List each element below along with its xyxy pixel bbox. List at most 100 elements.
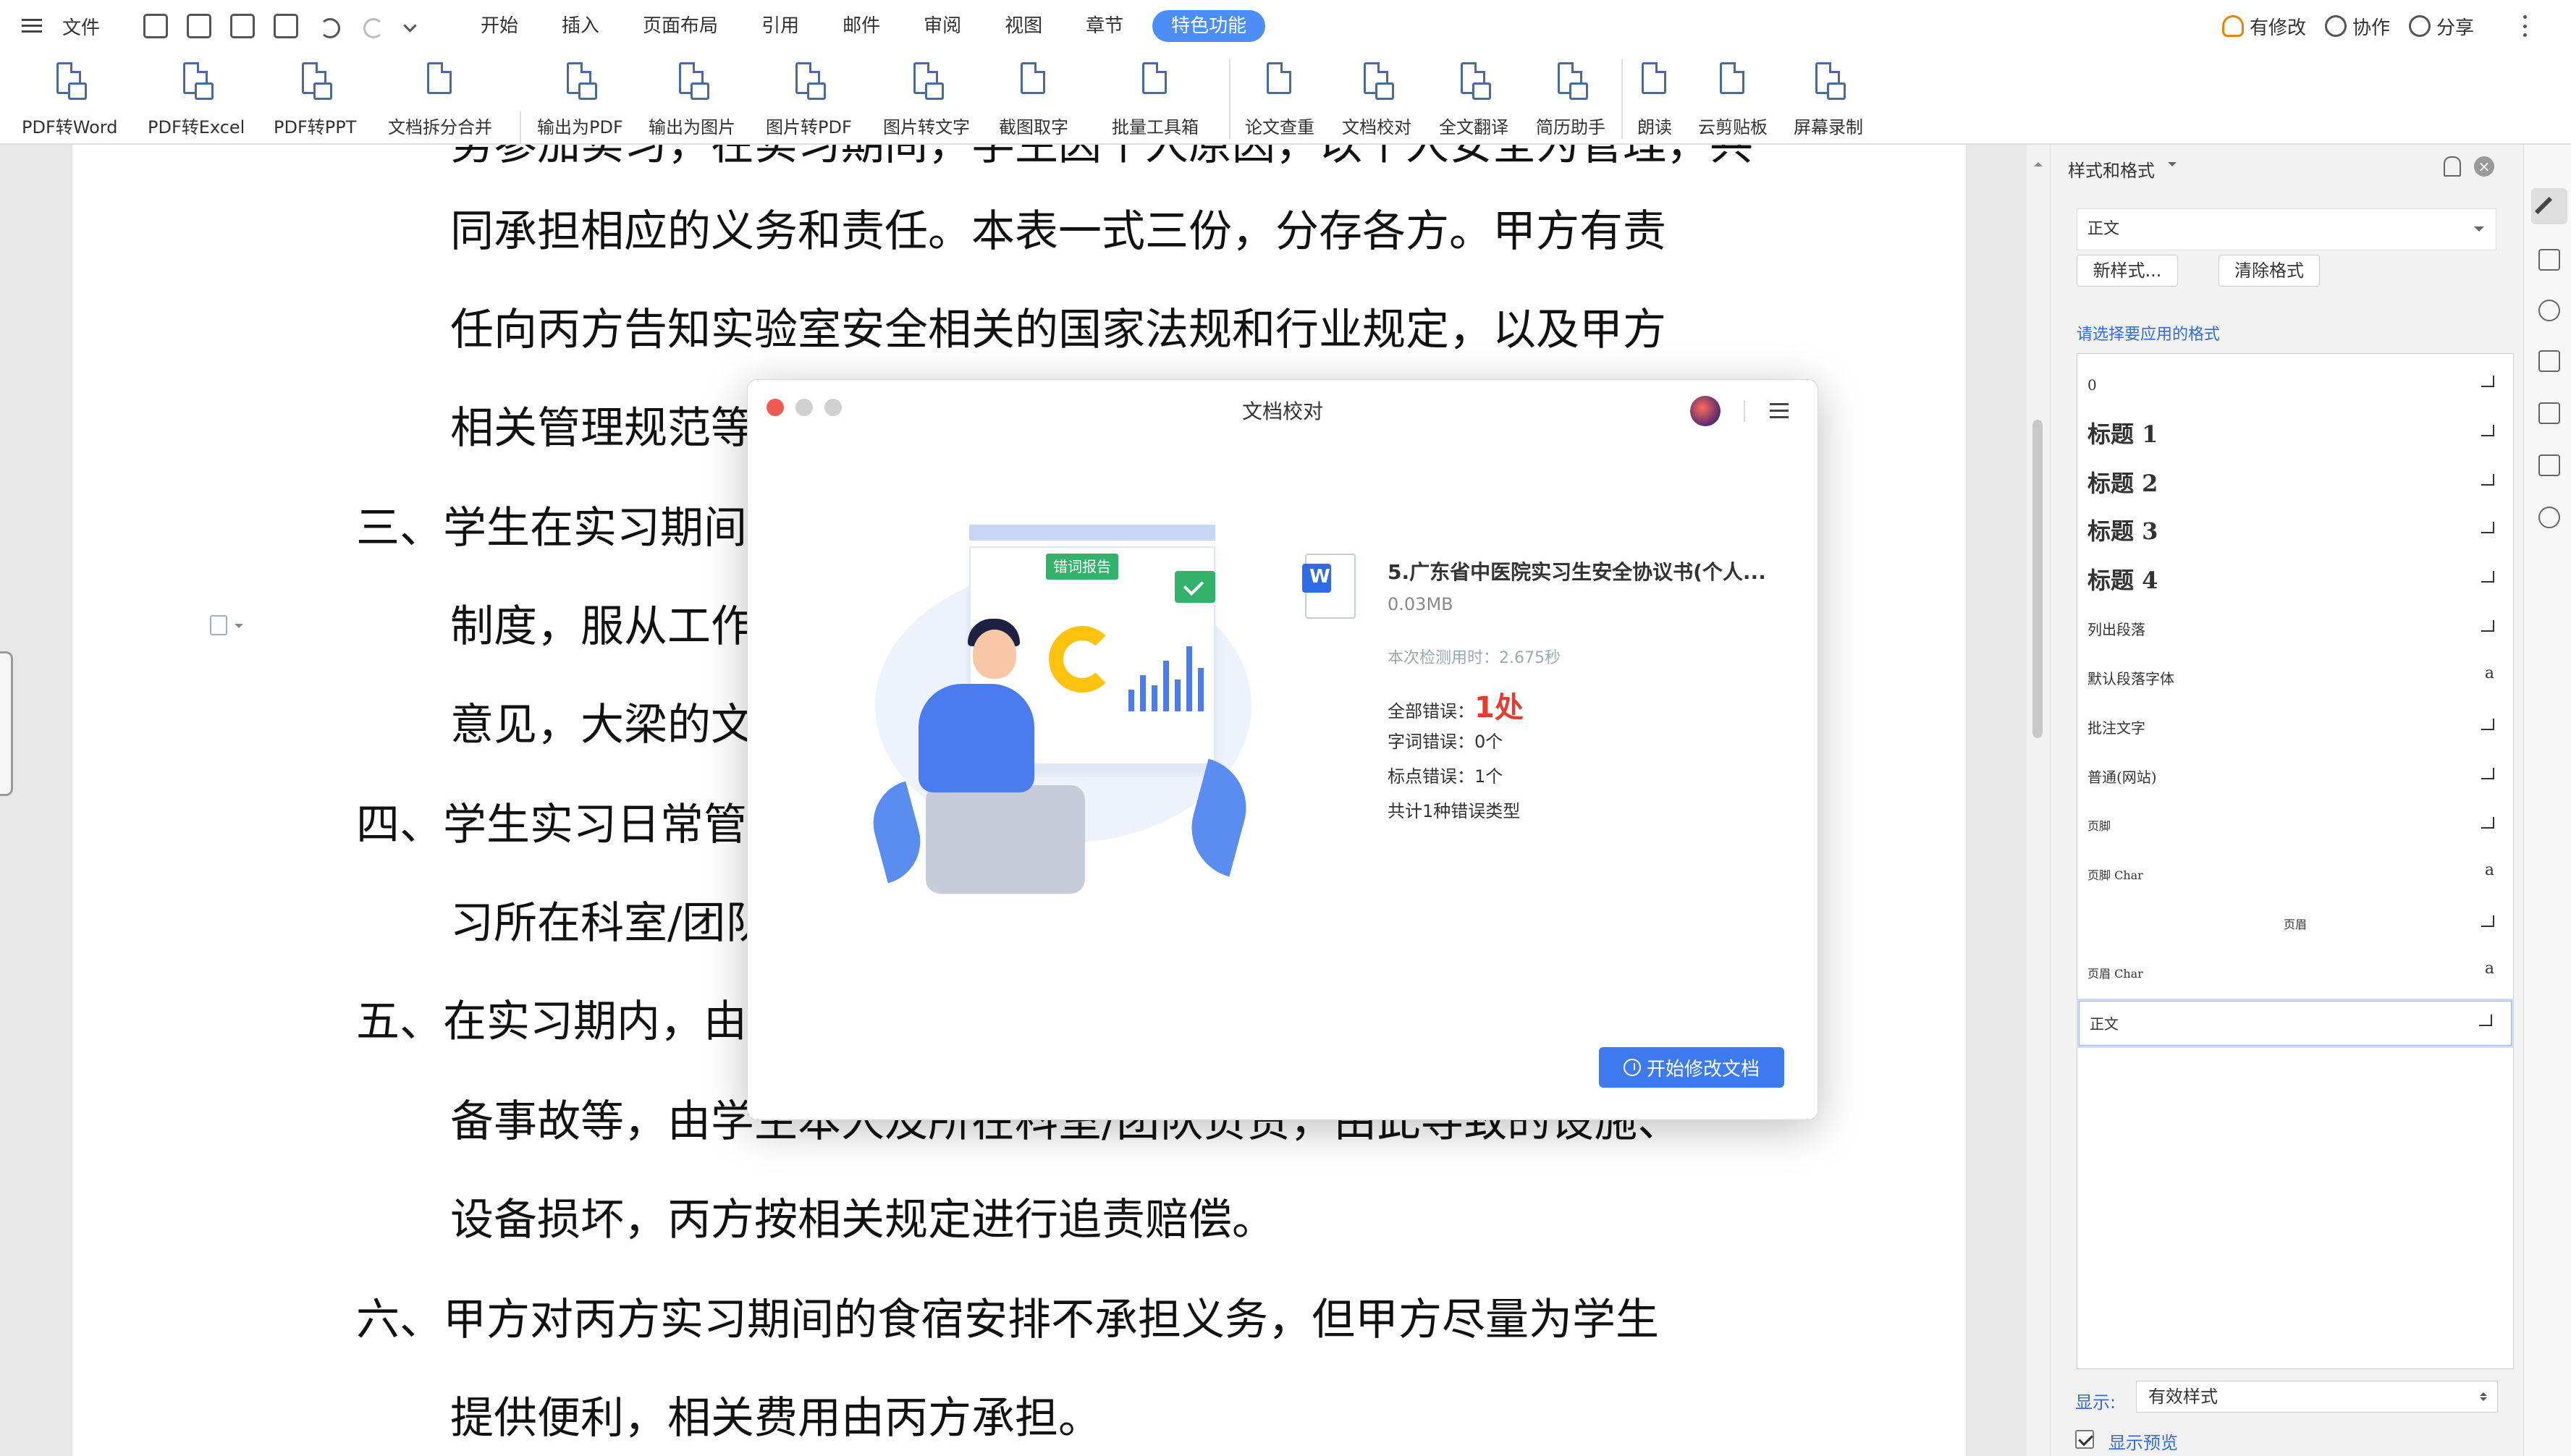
export-icon[interactable]: [187, 14, 212, 38]
puzzle-icon[interactable]: [2538, 350, 2560, 372]
dialog-menu-icon[interactable]: [1770, 403, 1789, 419]
tab-special-features[interactable]: 特色功能: [1152, 10, 1266, 42]
select-cursor-icon[interactable]: [2538, 249, 2560, 271]
new-style-button[interactable]: 新样式...: [2077, 255, 2178, 287]
split-merge-button[interactable]: 文档拆分合并: [388, 58, 492, 142]
tab-references[interactable]: 引用: [740, 10, 821, 42]
pdf-to-excel-button[interactable]: PDF转Excel: [148, 58, 245, 142]
doc-line[interactable]: 五、在实习期内，由: [356, 993, 747, 1051]
gallery-icon[interactable]: [2538, 454, 2560, 476]
style-item[interactable]: 普通(网站): [2077, 755, 2513, 800]
toolbox-icon: [1136, 61, 1174, 103]
style-item[interactable]: 列出段落: [2077, 607, 2513, 652]
full-translate-button[interactable]: 全文翻译: [1439, 58, 1508, 142]
doc-line[interactable]: 任向丙方告知实验室安全相关的国家法规和行业规定，以及甲方: [450, 301, 1666, 359]
resume-assistant-button[interactable]: 简历助手: [1536, 58, 1605, 142]
export-image-button[interactable]: 输出为图片: [649, 58, 735, 142]
doc-line[interactable]: 意见，大梁的文: [450, 696, 754, 754]
tab-chapter[interactable]: 章节: [1064, 10, 1145, 42]
doc-line[interactable]: 四、学生实习日常管: [356, 796, 747, 854]
pin-icon[interactable]: [2444, 156, 2461, 177]
revise-status-button[interactable]: 有修改: [2221, 13, 2306, 40]
revise-status-label: 有修改: [2249, 17, 2306, 39]
image-icon[interactable]: [2538, 402, 2560, 424]
screen-record-button[interactable]: 屏幕录制: [1794, 58, 1863, 142]
style-format-icon[interactable]: [2531, 188, 2567, 224]
image-to-text-button[interactable]: 图片转文字: [883, 58, 970, 142]
clear-format-button[interactable]: 清除格式: [2219, 255, 2320, 287]
node-icon[interactable]: [2538, 300, 2560, 321]
screen-record-icon: [1810, 61, 1847, 103]
style-item[interactable]: 默认段落字体 a: [2077, 656, 2513, 701]
doc-line[interactable]: 六、甲方对丙方实习期间的食宿安排不承担义务，但甲方尽量为学生: [356, 1291, 1659, 1349]
proofread-illustration: 错词报告: [864, 525, 1280, 894]
user-icon: [2324, 15, 2347, 37]
tab-mailings[interactable]: 邮件: [821, 10, 902, 42]
print-icon[interactable]: [230, 14, 256, 38]
styles-panel-title[interactable]: 样式和格式: [2068, 156, 2177, 182]
style-item[interactable]: 页眉 Char a: [2077, 952, 2513, 996]
paragraph-return-icon: [2481, 719, 2494, 730]
collab-button[interactable]: 协作: [2324, 13, 2390, 40]
tab-home[interactable]: 开始: [459, 10, 540, 42]
print-preview-icon[interactable]: [274, 14, 299, 38]
doc-line[interactable]: 三、学生在实习期间: [356, 499, 747, 557]
style-item[interactable]: 标题 4: [2077, 558, 2513, 603]
style-item-selected[interactable]: 正文: [2077, 999, 2514, 1048]
scrollbar-thumb[interactable]: [2032, 420, 2043, 738]
more-options-icon[interactable]: [2522, 15, 2528, 37]
tab-view[interactable]: 视图: [983, 10, 1064, 42]
doc-line[interactable]: 相关管理规范等: [450, 399, 754, 457]
scroll-up-icon[interactable]: [2034, 158, 2043, 166]
undo-icon[interactable]: [317, 14, 342, 38]
show-filter-select[interactable]: 有效样式: [2136, 1381, 2498, 1413]
image-to-pdf-button[interactable]: 图片转PDF: [766, 58, 852, 142]
cloud-clipboard-button[interactable]: 云剪贴板: [1698, 58, 1768, 142]
save-icon[interactable]: [143, 14, 169, 38]
pdf-to-ppt-button[interactable]: PDF转PPT: [274, 58, 356, 142]
batch-toolbox-button[interactable]: 批量工具箱: [1112, 58, 1199, 142]
pdf-word-icon: [51, 61, 88, 103]
doc-line[interactable]: 制度，服从工作: [450, 598, 754, 656]
screenshot-ocr-button[interactable]: 截图取字: [999, 58, 1068, 142]
chevron-down-icon[interactable]: [404, 14, 418, 38]
preview-checkbox[interactable]: [2075, 1430, 2094, 1449]
tab-insert[interactable]: 插入: [540, 10, 621, 42]
proofread-button[interactable]: 文档校对: [1342, 58, 1411, 142]
doc-line[interactable]: 设备损坏，丙方按相关规定进行追责赔偿。: [450, 1191, 1275, 1249]
close-icon[interactable]: ×: [2474, 156, 2494, 177]
style-item[interactable]: 页脚 Char a: [2077, 853, 2513, 898]
style-item[interactable]: 标题 1: [2077, 412, 2513, 457]
export-pdf-button[interactable]: 输出为PDF: [537, 58, 623, 142]
doc-line[interactable]: 同承担相应的义务和责任。本表一式三份，分存各方。甲方有责: [450, 203, 1666, 261]
style-item[interactable]: 标题 2: [2077, 461, 2513, 506]
doc-line[interactable]: 习所在科室/团队: [450, 894, 769, 952]
plagiarism-check-button[interactable]: 论文查重: [1245, 58, 1314, 142]
clipboard-icon: [1714, 61, 1752, 103]
tab-review[interactable]: 审阅: [902, 10, 983, 42]
tab-page-layout[interactable]: 页面布局: [621, 10, 740, 42]
style-item[interactable]: 0: [2077, 363, 2513, 407]
style-item[interactable]: 页眉: [2077, 902, 2513, 947]
error-report-tag: 错词报告: [1046, 554, 1118, 580]
ribbon-divider: [1621, 59, 1623, 139]
ribbon-divider: [520, 111, 521, 143]
history-icon[interactable]: [2538, 507, 2560, 528]
style-item[interactable]: 批注文字: [2077, 706, 2513, 750]
file-menu[interactable]: 文件: [62, 13, 100, 40]
left-panel-handle[interactable]: [0, 651, 13, 796]
start-edit-button[interactable]: 开始修改文档: [1599, 1047, 1784, 1088]
main-menu-icon[interactable]: [19, 12, 48, 41]
pdf-to-word-button[interactable]: PDF转Word: [22, 58, 117, 142]
redo-icon[interactable]: [360, 14, 385, 38]
style-item[interactable]: 页脚: [2077, 804, 2513, 849]
read-aloud-button[interactable]: 朗读: [1636, 58, 1673, 142]
share-button[interactable]: 分享: [2408, 13, 2474, 40]
avatar[interactable]: [1690, 396, 1721, 426]
doc-line[interactable]: 提供便利，相关费用由丙方承担。: [450, 1389, 1102, 1447]
character-style-icon: a: [2484, 664, 2494, 682]
document-scrollbar[interactable]: [2027, 145, 2050, 1456]
paragraph-marker-icon[interactable]: [210, 615, 243, 635]
style-item[interactable]: 标题 3: [2077, 509, 2513, 554]
current-style-select[interactable]: 正文: [2077, 208, 2496, 250]
